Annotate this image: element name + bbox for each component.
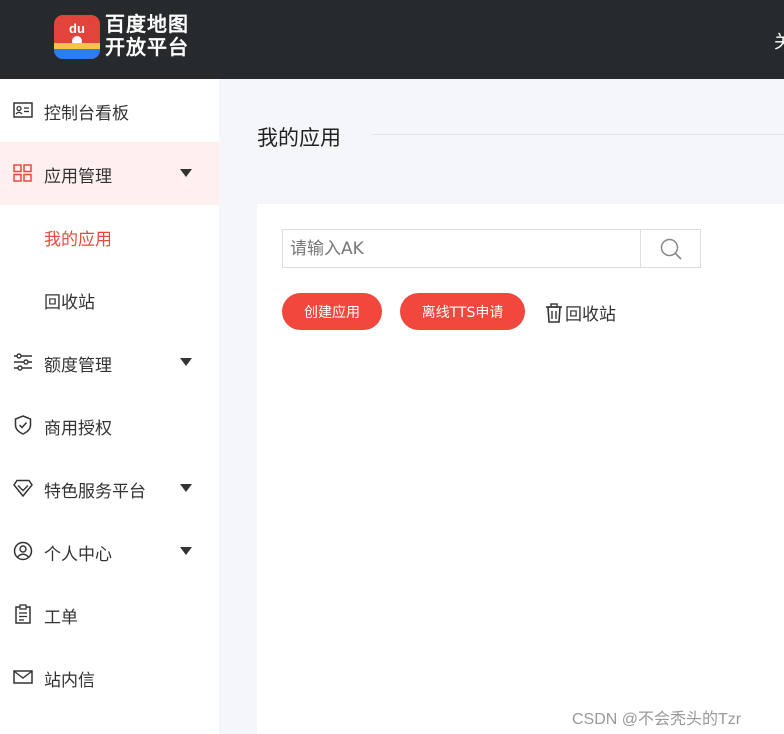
chevron-down-icon <box>180 169 192 177</box>
sidebar-item-label: 额度管理 <box>44 356 112 376</box>
sidebar-item-quota[interactable]: 额度管理 <box>0 331 219 394</box>
sidebar-subitem-label: 我的应用 <box>44 230 112 250</box>
gem-icon <box>13 478 33 498</box>
sidebar: 控制台看板 应用管理 我的应用 回收站 额度管理 商用授权 特色服务平台 个人中… <box>0 79 219 734</box>
mail-icon <box>13 667 33 687</box>
sidebar-item-label: 工单 <box>44 608 78 628</box>
top-bar: du 百度地图 开放平台 关 <box>0 0 784 79</box>
search-box <box>282 229 701 268</box>
logo-line-2: 开放平台 <box>105 35 189 59</box>
sidebar-subitem-recycle-bin[interactable]: 回收站 <box>0 268 219 331</box>
sidebar-item-personal-center[interactable]: 个人中心 <box>0 520 219 583</box>
sidebar-item-dashboard[interactable]: 控制台看板 <box>0 79 219 142</box>
sidebar-item-label: 控制台看板 <box>44 104 129 124</box>
chevron-down-icon <box>180 358 192 366</box>
search-button[interactable] <box>640 230 700 267</box>
logo-badge-icon: du <box>54 15 100 59</box>
search-input[interactable] <box>283 230 640 267</box>
shield-check-icon <box>13 415 33 435</box>
recycle-bin-label: 回收站 <box>565 305 616 325</box>
grid-apps-icon <box>13 163 33 183</box>
sidebar-item-tickets[interactable]: 工单 <box>0 583 219 646</box>
dashboard-card-icon <box>13 100 33 120</box>
topbar-right-link[interactable]: 关 <box>774 28 784 54</box>
sidebar-item-label: 站内信 <box>44 671 95 691</box>
logo-badge-text: du <box>69 21 85 36</box>
chevron-down-icon <box>180 484 192 492</box>
sidebar-subitem-my-apps[interactable]: 我的应用 <box>0 205 219 268</box>
sidebar-item-label: 应用管理 <box>44 167 112 187</box>
recycle-bin-link[interactable]: 回收站 <box>545 300 616 325</box>
baidu-map-logo[interactable]: du 百度地图 开放平台 <box>54 13 194 61</box>
apps-card: 创建应用 离线TTS申请 回收站 <box>257 204 784 734</box>
clipboard-icon <box>13 604 33 624</box>
sidebar-item-featured-services[interactable]: 特色服务平台 <box>0 457 219 520</box>
sliders-icon <box>13 352 33 372</box>
sidebar-item-app-management[interactable]: 应用管理 <box>0 142 219 205</box>
watermark: CSDN @不会秃头的Tzr <box>572 711 742 728</box>
user-circle-icon <box>13 541 33 561</box>
sidebar-item-messages[interactable]: 站内信 <box>0 646 219 709</box>
sidebar-item-label: 特色服务平台 <box>44 482 146 502</box>
trash-icon <box>546 302 562 323</box>
sidebar-item-label: 商用授权 <box>44 419 112 439</box>
search-icon <box>660 238 682 260</box>
sidebar-subitem-label: 回收站 <box>44 293 95 313</box>
chevron-down-icon <box>180 547 192 555</box>
sidebar-item-label: 个人中心 <box>44 545 112 565</box>
logo-text: 百度地图 开放平台 <box>105 13 189 59</box>
offline-tts-apply-button[interactable]: 离线TTS申请 <box>400 293 525 330</box>
title-divider <box>372 134 784 135</box>
sidebar-item-commercial-license[interactable]: 商用授权 <box>0 394 219 457</box>
logo-line-1: 百度地图 <box>105 12 189 36</box>
page-title: 我的应用 <box>257 126 341 150</box>
create-app-button[interactable]: 创建应用 <box>282 293 382 330</box>
